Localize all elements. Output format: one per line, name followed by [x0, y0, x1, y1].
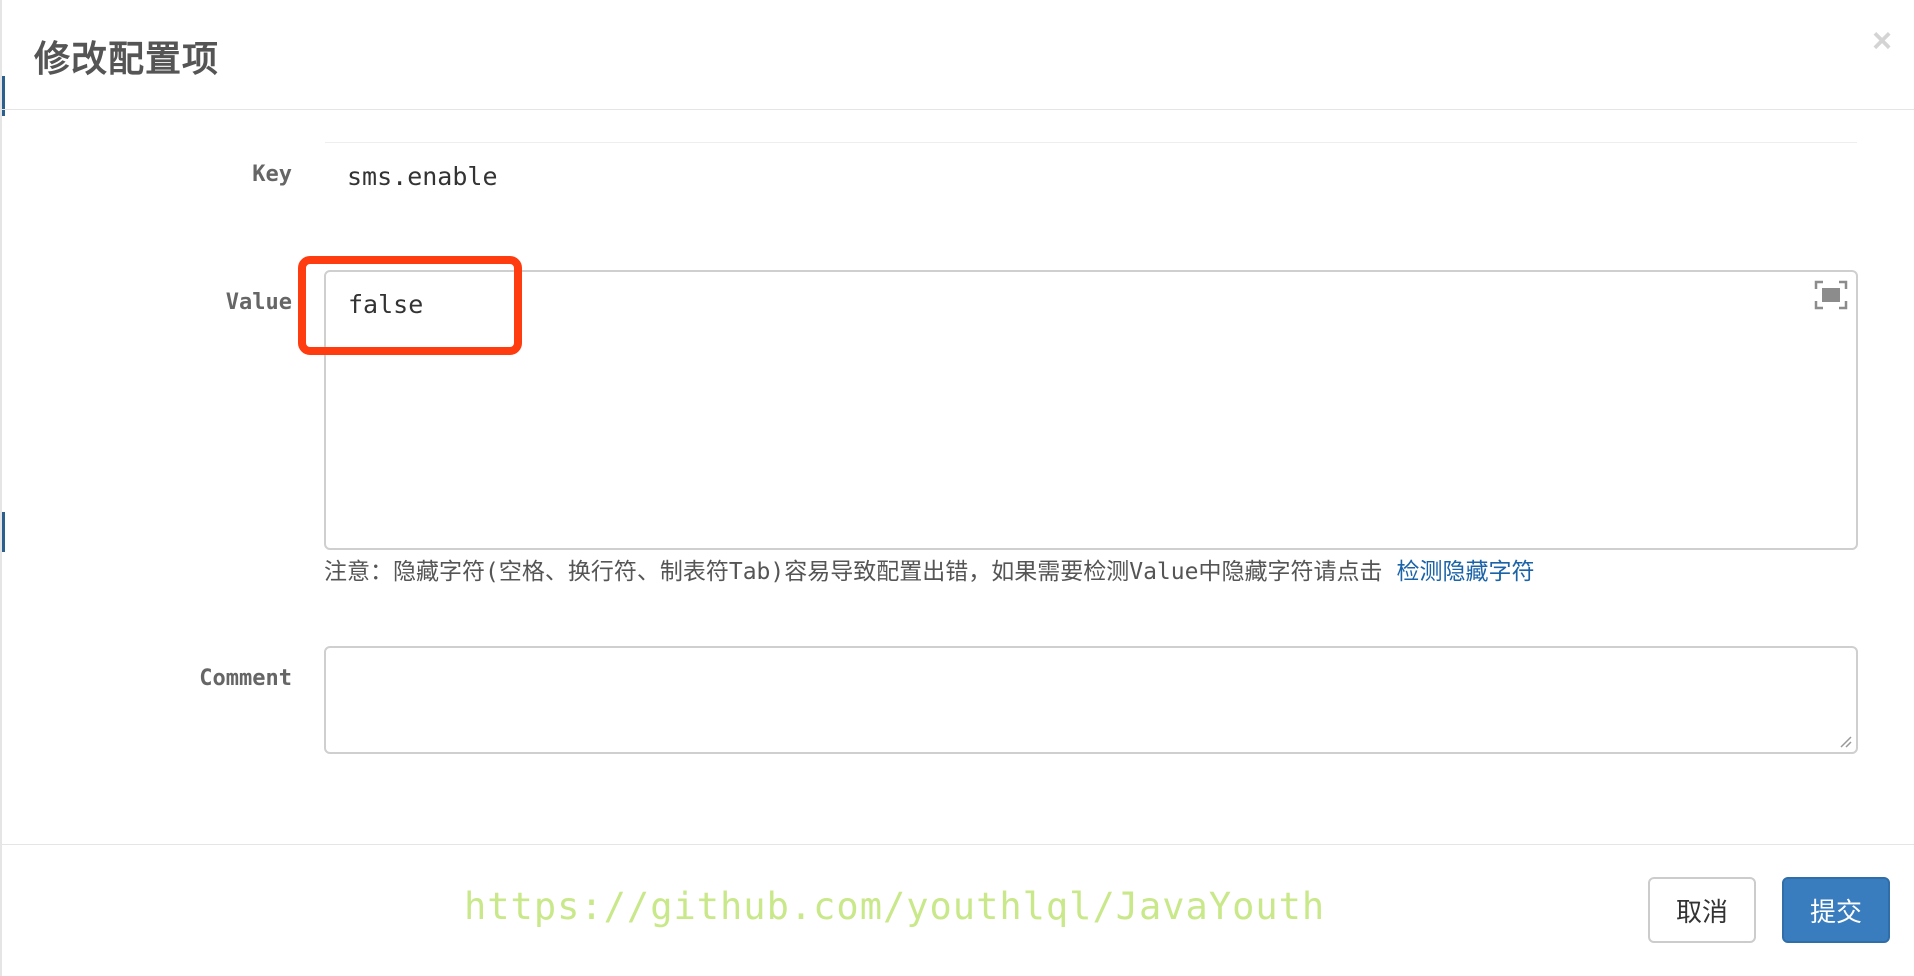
close-icon[interactable]: × — [1872, 24, 1892, 58]
dialog-title: 修改配置项 — [34, 39, 220, 80]
hidden-char-hint: 注意：隐藏字符(空格、换行符、制表符Tab)容易导致配置出错，如果需要检测Val… — [324, 552, 1534, 586]
edit-config-dialog: 修改配置项 × Key sms.enable Value false 注意：隐藏… — [0, 0, 1914, 976]
hint-text: 注意：隐藏字符(空格、换行符、制表符Tab)容易导致配置出错，如果需要检测Val… — [324, 559, 1383, 585]
fullscreen-icon[interactable] — [1814, 280, 1848, 310]
key-label: Key — [252, 162, 292, 187]
key-divider — [325, 142, 1857, 143]
value-label: Value — [225, 290, 292, 315]
highlight-annotation — [298, 256, 522, 355]
dialog-footer: https://github.com/youthlql/JavaYouth 取消… — [2, 844, 1914, 976]
value-textarea[interactable]: false — [324, 270, 1858, 550]
comment-textarea[interactable] — [324, 646, 1858, 754]
background-edge-mark — [2, 512, 5, 552]
key-value: sms.enable — [347, 162, 498, 191]
comment-label: Comment — [199, 666, 292, 691]
detect-hidden-chars-link[interactable]: 检测隐藏字符 — [1396, 559, 1534, 585]
resize-grip-icon[interactable] — [1836, 732, 1852, 748]
submit-button[interactable]: 提交 — [1782, 877, 1890, 943]
dialog-header: 修改配置项 × — [2, 0, 1914, 110]
watermark-url: https://github.com/youthlql/JavaYouth — [464, 885, 1326, 928]
cancel-button[interactable]: 取消 — [1648, 877, 1756, 943]
